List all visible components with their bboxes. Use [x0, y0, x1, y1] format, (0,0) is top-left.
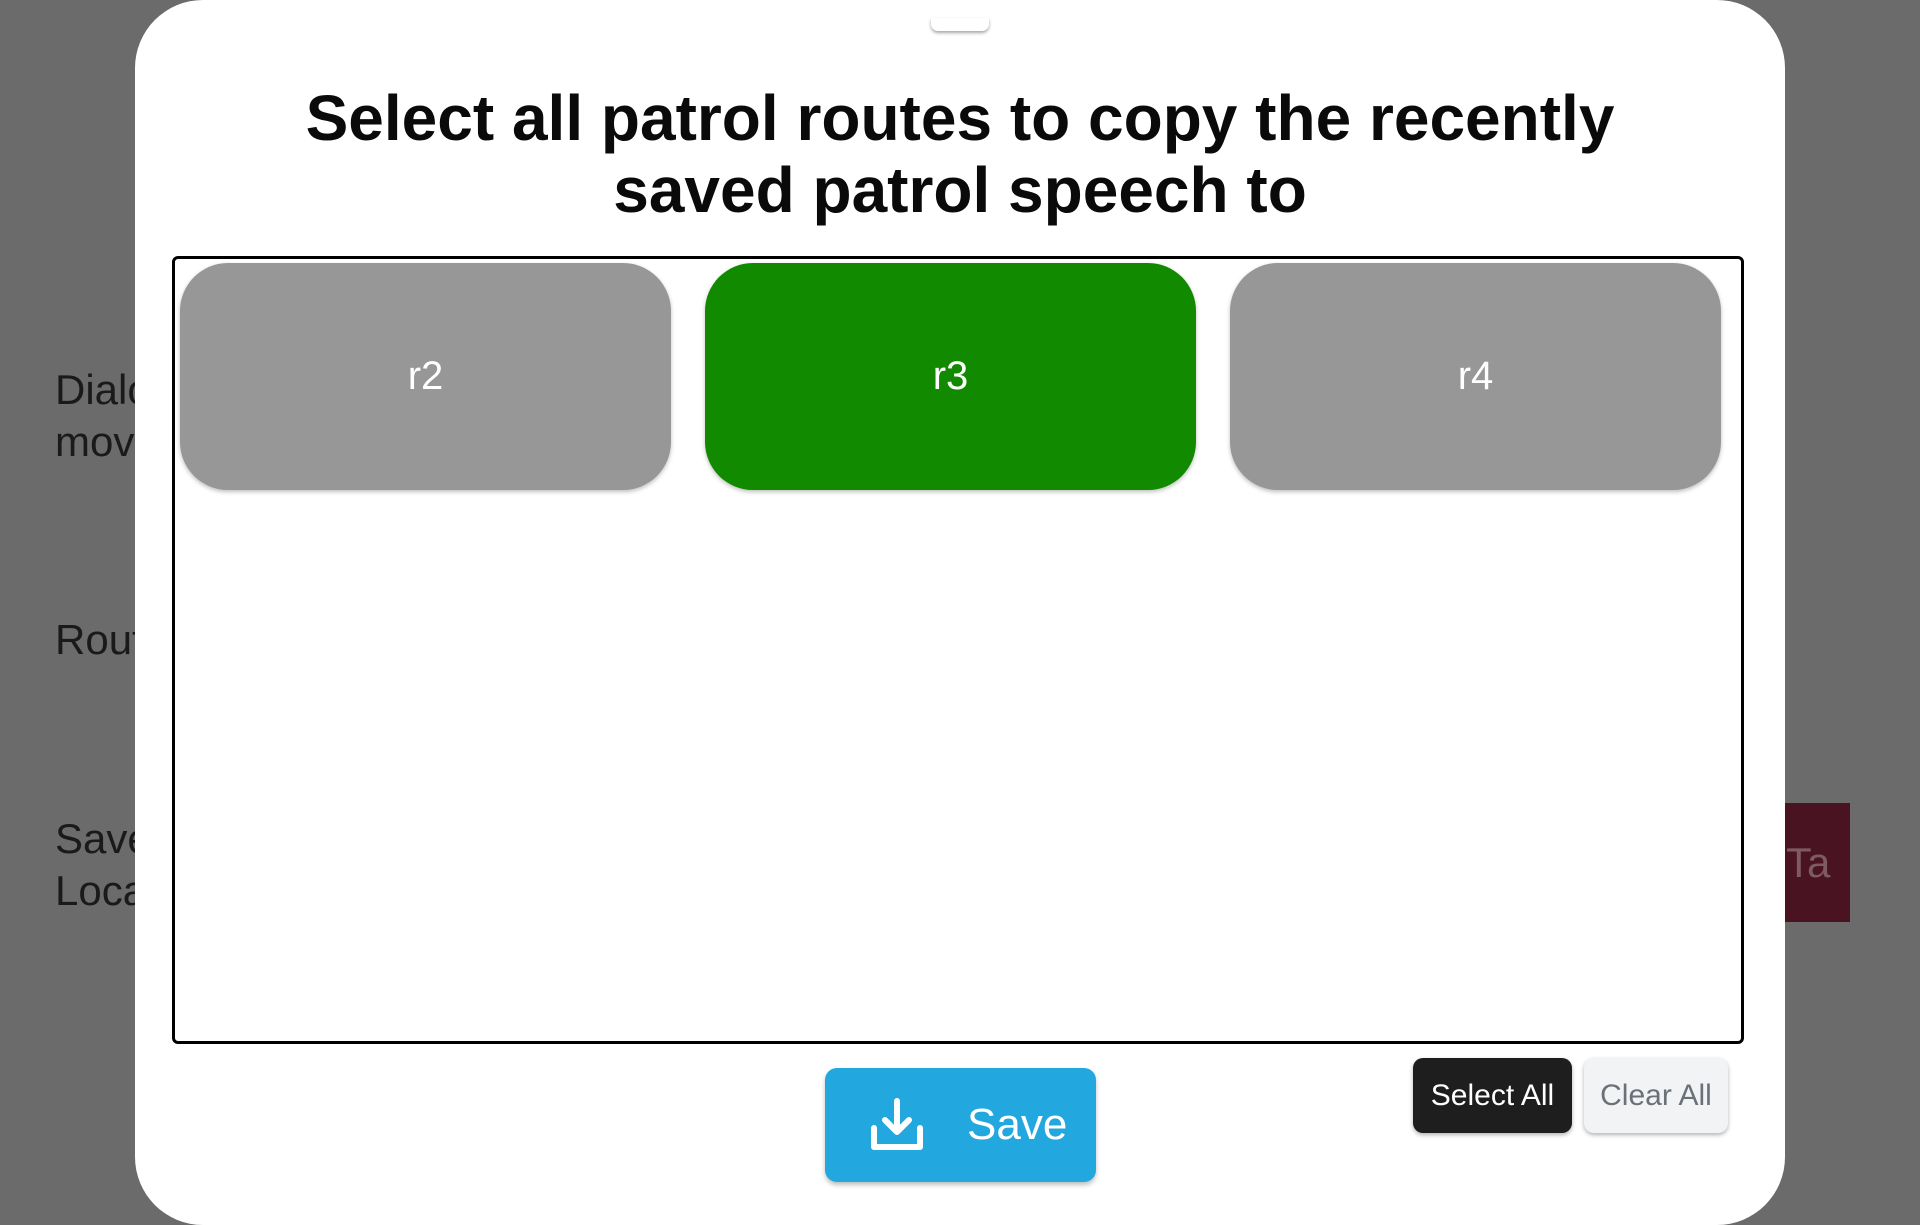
clear-all-button[interactable]: Clear All	[1584, 1058, 1728, 1133]
route-tile-r2[interactable]: r2	[180, 263, 671, 490]
drag-handle[interactable]	[931, 18, 989, 31]
save-button[interactable]: Save	[825, 1068, 1096, 1182]
dialog-title-line: saved patrol speech to	[613, 154, 1307, 226]
dialog-title: Select all patrol routes to copy the rec…	[135, 82, 1785, 226]
download-icon	[871, 1098, 923, 1150]
background-label-line: Rout	[55, 616, 144, 663]
dialog-title-line: Select all patrol routes to copy the rec…	[305, 82, 1615, 154]
background-route-label: Rout	[55, 614, 144, 666]
route-tile-r3[interactable]: r3	[705, 263, 1196, 490]
route-list: r2 r3 r4	[172, 256, 1744, 1044]
route-grid: r2 r3 r4	[180, 263, 1721, 490]
route-tile-r4[interactable]: r4	[1230, 263, 1721, 490]
save-button-label: Save	[967, 1100, 1068, 1149]
copy-speech-dialog: Select all patrol routes to copy the rec…	[135, 0, 1785, 1225]
select-all-button[interactable]: Select All	[1413, 1058, 1572, 1133]
